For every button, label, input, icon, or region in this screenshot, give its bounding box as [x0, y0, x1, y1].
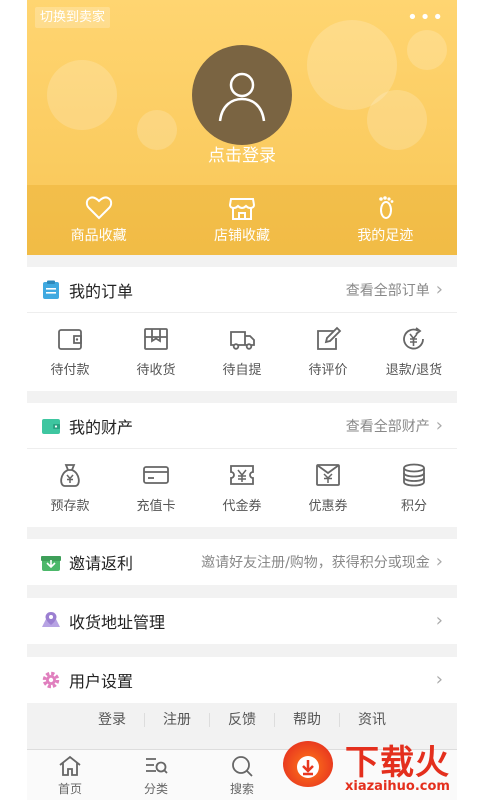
tab-search[interactable]: 搜索 — [199, 750, 285, 800]
download-fire-icon — [283, 741, 333, 787]
view-all-orders-link[interactable]: 查看全部订单 › — [346, 280, 443, 300]
tab-search-label: 搜索 — [229, 781, 254, 796]
pending-review-button[interactable]: 待评价 — [285, 313, 371, 391]
member-center-page: 切换到卖家 ••• 点击登录 商品收藏 店铺收藏 我的足迹 我的订单 查看全部订… — [27, 0, 457, 800]
search-icon — [232, 755, 253, 777]
edit-icon — [317, 326, 342, 350]
store-icon — [228, 198, 255, 220]
pending-pickup-button[interactable]: 待自提 — [199, 313, 285, 391]
quick-links: 商品收藏 店铺收藏 我的足迹 — [27, 185, 457, 255]
coupon-icon — [316, 464, 340, 486]
orders-title: 我的订单 — [69, 281, 134, 301]
refund-return-button[interactable]: 退款/退货 — [371, 313, 457, 391]
more-menu-button[interactable]: ••• — [407, 9, 445, 27]
prepaid-deposit-button[interactable]: 预存款 — [27, 449, 113, 527]
voucher-icon — [230, 465, 254, 485]
gear-icon — [42, 671, 60, 689]
heart-icon — [85, 196, 112, 220]
footer-register-link[interactable]: 注册 — [145, 713, 210, 727]
coupon-button[interactable]: 优惠券 — [285, 449, 371, 527]
chevron-right-icon: › — [435, 414, 443, 436]
wallet-green-icon — [42, 418, 60, 434]
truck-icon — [230, 331, 255, 350]
address-title: 收货地址管理 — [69, 613, 166, 632]
coupon-label: 优惠券 — [308, 499, 348, 514]
settings-title: 用户设置 — [69, 672, 134, 691]
assets-section: 我的财产 查看全部财产 › 预存款 充值卡 代金券 优惠券 积分 — [27, 403, 457, 527]
recharge-card-button[interactable]: 充值卡 — [113, 449, 199, 527]
map-pin-icon — [42, 612, 60, 627]
pending-payment-label: 待付款 — [50, 363, 90, 378]
invite-rebate-row[interactable]: 邀请返利 邀请好友注册/购物，获得积分或现金 › — [27, 539, 457, 585]
footprint-label: 我的足迹 — [357, 228, 414, 244]
profile-header: 切换到卖家 ••• 点击登录 商品收藏 店铺收藏 我的足迹 — [27, 0, 457, 255]
view-all-orders-label: 查看全部订单 — [345, 282, 430, 299]
watermark-title: 下载火 — [345, 743, 450, 783]
pending-payment-button[interactable]: 待付款 — [27, 313, 113, 391]
cash-voucher-button[interactable]: 代金券 — [199, 449, 285, 527]
orders-section: 我的订单 查看全部订单 › 待付款 待收货 待自提 待评价 退款/退货 — [27, 267, 457, 391]
card-icon — [143, 466, 169, 484]
home-icon — [59, 755, 81, 776]
orders-status-row: 待付款 待收货 待自提 待评价 退款/退货 — [27, 313, 457, 391]
refund-return-label: 退款/退货 — [385, 363, 443, 378]
pending-pickup-label: 待自提 — [222, 363, 262, 378]
tab-category-label: 分类 — [143, 781, 168, 796]
view-all-assets-link[interactable]: 查看全部财产 › — [346, 416, 443, 436]
invite-description: 邀请好友注册/购物，获得积分或现金 — [201, 555, 430, 571]
invite-title: 邀请返利 — [69, 554, 134, 573]
cash-voucher-label: 代金券 — [222, 499, 262, 514]
footprint-button[interactable]: 我的足迹 — [314, 185, 457, 255]
prepaid-deposit-label: 预存款 — [50, 499, 90, 514]
favorite-stores-button[interactable]: 店铺收藏 — [170, 185, 313, 255]
user-settings-row[interactable]: 用户设置 › — [27, 657, 457, 703]
chevron-right-icon: › — [435, 610, 443, 631]
view-all-assets-label: 查看全部财产 — [345, 418, 430, 435]
tab-category[interactable]: 分类 — [113, 750, 199, 800]
recharge-card-label: 充值卡 — [136, 499, 176, 514]
switch-to-seller-button[interactable]: 切换到卖家 — [35, 7, 111, 28]
gift-icon — [41, 556, 61, 571]
box-icon — [144, 328, 168, 350]
favorite-goods-button[interactable]: 商品收藏 — [27, 185, 170, 255]
footer-feedback-link[interactable]: 反馈 — [210, 713, 275, 727]
favorite-goods-label: 商品收藏 — [70, 228, 127, 244]
footer-login-link[interactable]: 登录 — [80, 713, 145, 727]
points-label: 积分 — [400, 499, 427, 514]
chevron-right-icon: › — [435, 669, 443, 690]
pending-receipt-label: 待收货 — [136, 363, 176, 378]
money-bag-icon — [60, 464, 80, 487]
assets-row: 预存款 充值卡 代金券 优惠券 积分 — [27, 449, 457, 527]
watermark-logo: 下载火 xiazaihuo.com — [275, 735, 480, 800]
footprint-icon — [379, 196, 394, 219]
footer-links: 登录 注册 反馈 帮助 资讯 — [27, 705, 457, 735]
assets-header[interactable]: 我的财产 查看全部财产 › — [27, 403, 457, 449]
tab-home-label: 首页 — [57, 781, 82, 796]
user-icon — [218, 72, 266, 122]
screen: 切换到卖家 ••• 点击登录 商品收藏 店铺收藏 我的足迹 我的订单 查看全部订… — [0, 0, 480, 800]
login-link[interactable]: 点击登录 — [27, 141, 457, 166]
orders-header[interactable]: 我的订单 查看全部订单 › — [27, 267, 457, 313]
chevron-right-icon: › — [435, 278, 443, 300]
address-management-row[interactable]: 收货地址管理 › — [27, 598, 457, 644]
footer-news-link[interactable]: 资讯 — [340, 713, 404, 727]
chevron-right-icon: › — [435, 551, 443, 572]
points-button[interactable]: 积分 — [371, 449, 457, 527]
avatar[interactable] — [192, 45, 292, 145]
refund-icon — [403, 327, 424, 350]
coins-icon — [403, 463, 425, 487]
assets-title: 我的财产 — [69, 417, 134, 437]
tab-home[interactable]: 首页 — [27, 750, 113, 800]
favorite-stores-label: 店铺收藏 — [213, 228, 270, 244]
watermark-url: xiazaihuo.com — [345, 779, 450, 794]
footer-help-link[interactable]: 帮助 — [275, 713, 340, 727]
clipboard-icon — [43, 280, 59, 299]
category-icon — [146, 757, 168, 774]
wallet-icon — [58, 329, 82, 350]
pending-review-label: 待评价 — [308, 363, 348, 378]
pending-receipt-button[interactable]: 待收货 — [113, 313, 199, 391]
